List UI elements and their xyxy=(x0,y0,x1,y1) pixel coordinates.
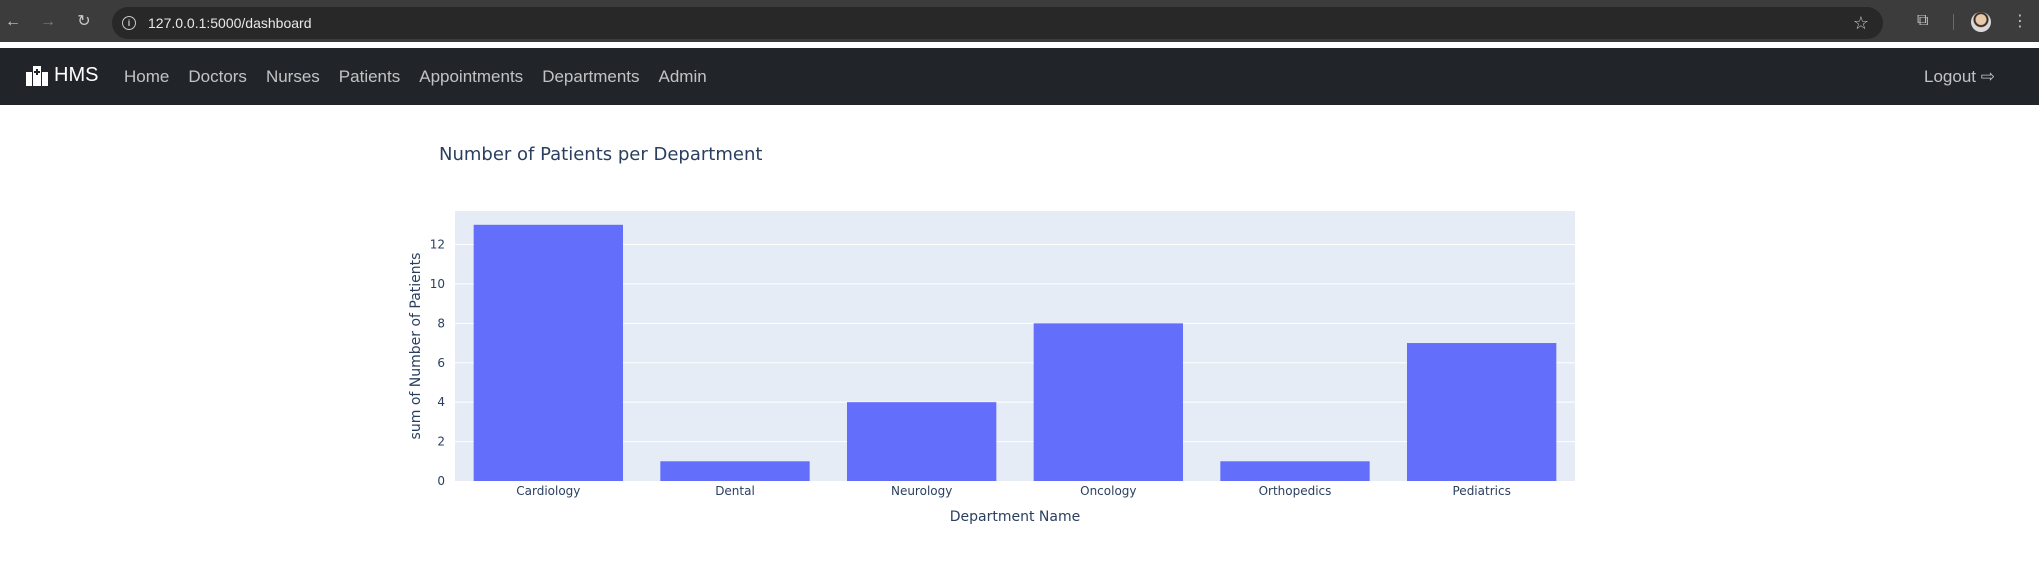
bar-neurology[interactable] xyxy=(847,402,997,481)
y-tick-label: 6 xyxy=(437,356,445,370)
y-tick-label: 4 xyxy=(437,395,445,409)
y-tick-label: 12 xyxy=(430,238,445,252)
bar-oncology[interactable] xyxy=(1033,323,1183,481)
x-tick-labels: Cardiology Dental Neurology Oncology Orthope… xyxy=(516,484,1511,498)
bar-dental[interactable] xyxy=(660,461,810,481)
y-tick-label: 8 xyxy=(437,316,445,330)
x-tick-label: Dental xyxy=(715,484,755,498)
x-tick-label: Pediatrics xyxy=(1453,484,1511,498)
x-tick-label: Cardiology xyxy=(516,484,580,498)
y-tick-labels: 0 2 4 6 8 10 12 xyxy=(430,238,445,488)
x-axis-title: Department Name xyxy=(950,509,1080,525)
y-tick-label: 0 xyxy=(437,474,445,488)
y-axis-title: sum of Number of Patients xyxy=(408,253,424,440)
bar-pediatrics[interactable] xyxy=(1407,343,1557,481)
bar-orthopedics[interactable] xyxy=(1220,461,1370,481)
x-tick-label: Neurology xyxy=(891,484,952,498)
y-tick-label: 10 xyxy=(430,277,445,291)
y-tick-label: 2 xyxy=(437,435,445,449)
x-tick-label: Orthopedics xyxy=(1259,484,1332,498)
x-tick-label: Oncology xyxy=(1080,484,1136,498)
bar-chart: 0 2 4 6 8 10 12 Cardiology Dental Neurology Oncol… xyxy=(408,211,1575,525)
bar-cardiology[interactable] xyxy=(473,224,623,481)
